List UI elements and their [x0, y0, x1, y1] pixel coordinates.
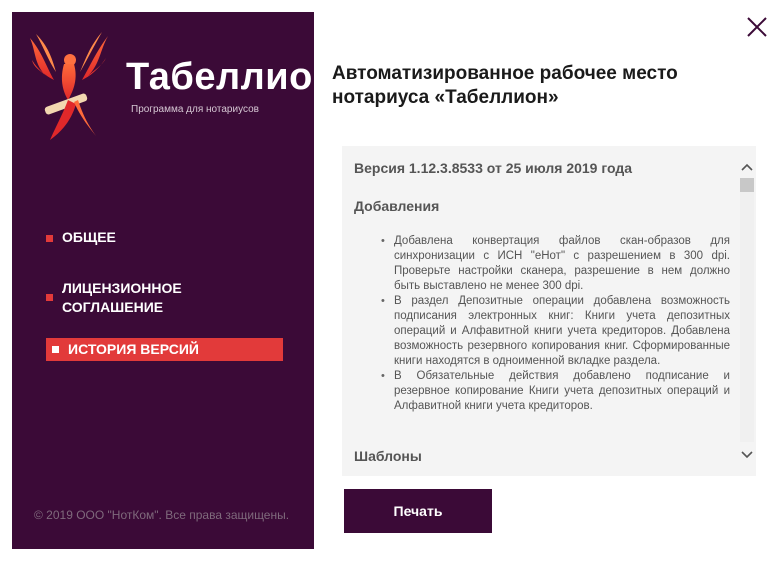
sidebar-item-general[interactable]: ОБЩЕЕ — [46, 228, 283, 247]
sidebar-item-label: ИСТОРИЯ ВЕРСИЙ — [68, 341, 199, 357]
chevron-up-icon — [741, 163, 753, 171]
phoenix-logo-icon — [30, 32, 108, 140]
about-dialog: Табеллион Программа для нотариусов ОБЩЕЕ… — [0, 0, 784, 561]
brand-subtitle: Программа для нотариусов — [131, 104, 259, 115]
list-item: В Обязательные действия добавлено подпис… — [378, 369, 730, 414]
scroll-thumb[interactable] — [740, 178, 754, 192]
chevron-down-icon — [741, 451, 753, 459]
scroll-up-button[interactable] — [738, 158, 756, 176]
brand-name: Табеллион — [126, 56, 337, 98]
bullet-icon — [52, 346, 59, 353]
version-heading: Версия 1.12.3.8533 от 25 июля 2019 года — [354, 160, 633, 176]
print-button[interactable]: Печать — [344, 489, 492, 533]
templates-heading: Шаблоны — [354, 448, 422, 464]
sidebar: Табеллион Программа для нотариусов ОБЩЕЕ… — [12, 12, 336, 549]
additions-heading: Добавления — [354, 198, 440, 214]
scroll-down-button[interactable] — [738, 446, 756, 464]
close-icon[interactable] — [744, 14, 770, 40]
sidebar-item-label: ЛИЦЕНЗИОННОЕ СОГЛАШЕНИЕ — [62, 280, 182, 315]
copyright-text: © 2019 ООО "НотКом". Все права защищены. — [34, 508, 290, 522]
bullet-icon — [46, 294, 53, 301]
sidebar-item-label: ОБЩЕЕ — [62, 229, 116, 245]
page-title: Автоматизированное рабочее место нотариу… — [332, 63, 678, 108]
sidebar-item-license[interactable]: ЛИЦЕНЗИОННОЕ СОГЛАШЕНИЕ — [46, 279, 246, 317]
list-item: В раздел Депозитные операции добавлена в… — [378, 294, 730, 369]
vertical-scrollbar[interactable] — [738, 146, 756, 476]
list-item: Добавлена конвертация файлов скан-образо… — [378, 234, 730, 294]
version-history-panel: Версия 1.12.3.8533 от 25 июля 2019 года … — [342, 146, 756, 476]
additions-list: Добавлена конвертация файлов скан-образо… — [378, 234, 730, 414]
bullet-icon — [46, 235, 53, 242]
sidebar-item-version-history[interactable]: ИСТОРИЯ ВЕРСИЙ — [46, 338, 283, 361]
scroll-track[interactable] — [740, 178, 754, 442]
